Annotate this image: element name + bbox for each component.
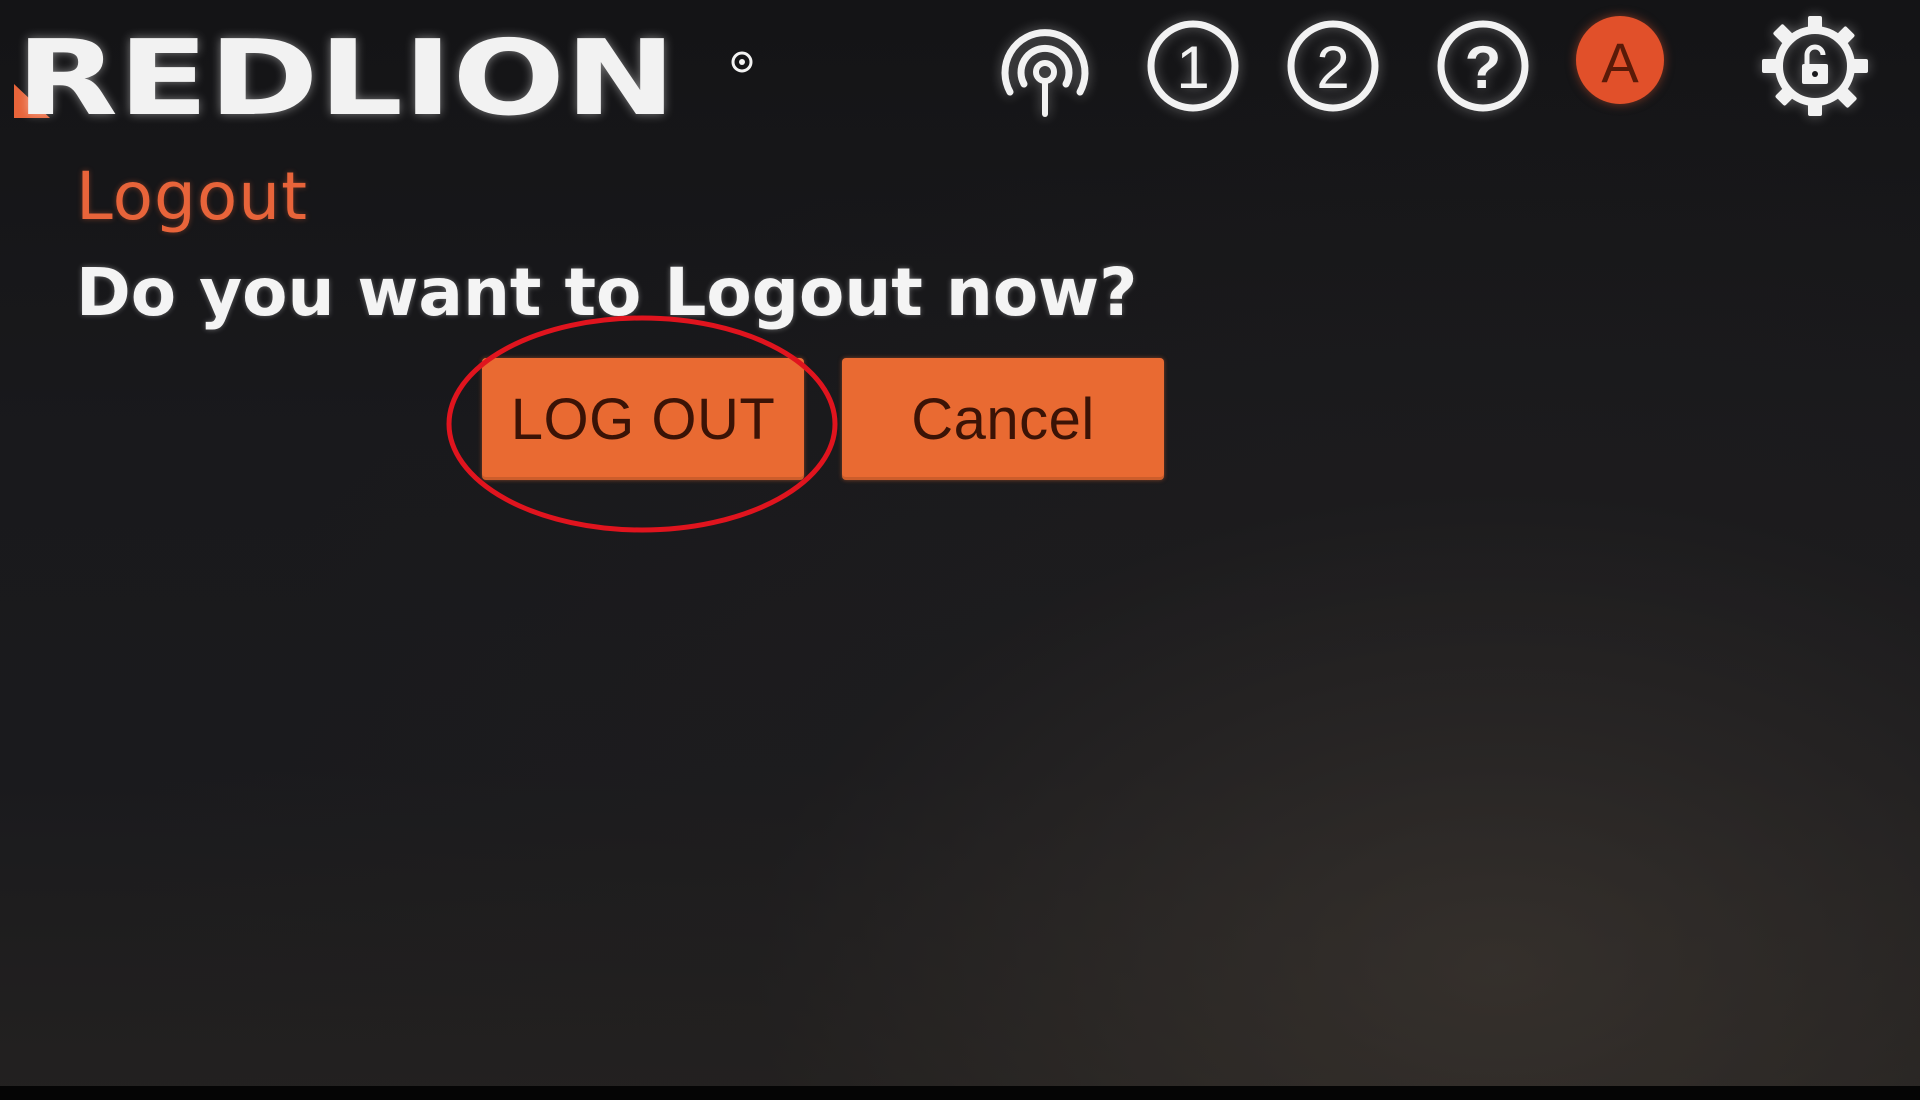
number-two-label: 2 — [1316, 34, 1349, 101]
user-avatar[interactable]: A — [1570, 14, 1680, 124]
device-screen: REDLION 1 2 ? A Logout Do you want to Lo… — [0, 0, 1920, 1100]
cancel-button[interactable]: Cancel — [842, 358, 1164, 480]
dialog-title: Logout — [76, 158, 308, 235]
logout-button-label: LOG OUT — [510, 386, 776, 452]
screen-bezel — [0, 1086, 1920, 1100]
brand-logo: REDLION — [8, 17, 768, 139]
header-toolbar: 1 2 ? A — [990, 14, 1910, 124]
number-one-label: 1 — [1176, 34, 1209, 101]
cancel-button-label: Cancel — [911, 386, 1095, 452]
logout-button[interactable]: LOG OUT — [482, 358, 804, 480]
dialog-message: Do you want to Logout now? — [76, 254, 1138, 331]
brand-name: REDLION — [16, 17, 676, 139]
brand-logo-graphic: REDLION — [14, 17, 753, 139]
user-avatar-label: A — [1601, 31, 1639, 94]
help-label: ? — [1465, 34, 1502, 101]
signal-icon[interactable] — [990, 14, 1100, 124]
settings-lock-icon[interactable] — [1760, 14, 1870, 124]
number-one-icon[interactable]: 1 — [1138, 14, 1248, 124]
number-two-icon[interactable]: 2 — [1278, 14, 1388, 124]
help-icon[interactable]: ? — [1428, 14, 1538, 124]
registered-mark-dot — [739, 59, 745, 65]
